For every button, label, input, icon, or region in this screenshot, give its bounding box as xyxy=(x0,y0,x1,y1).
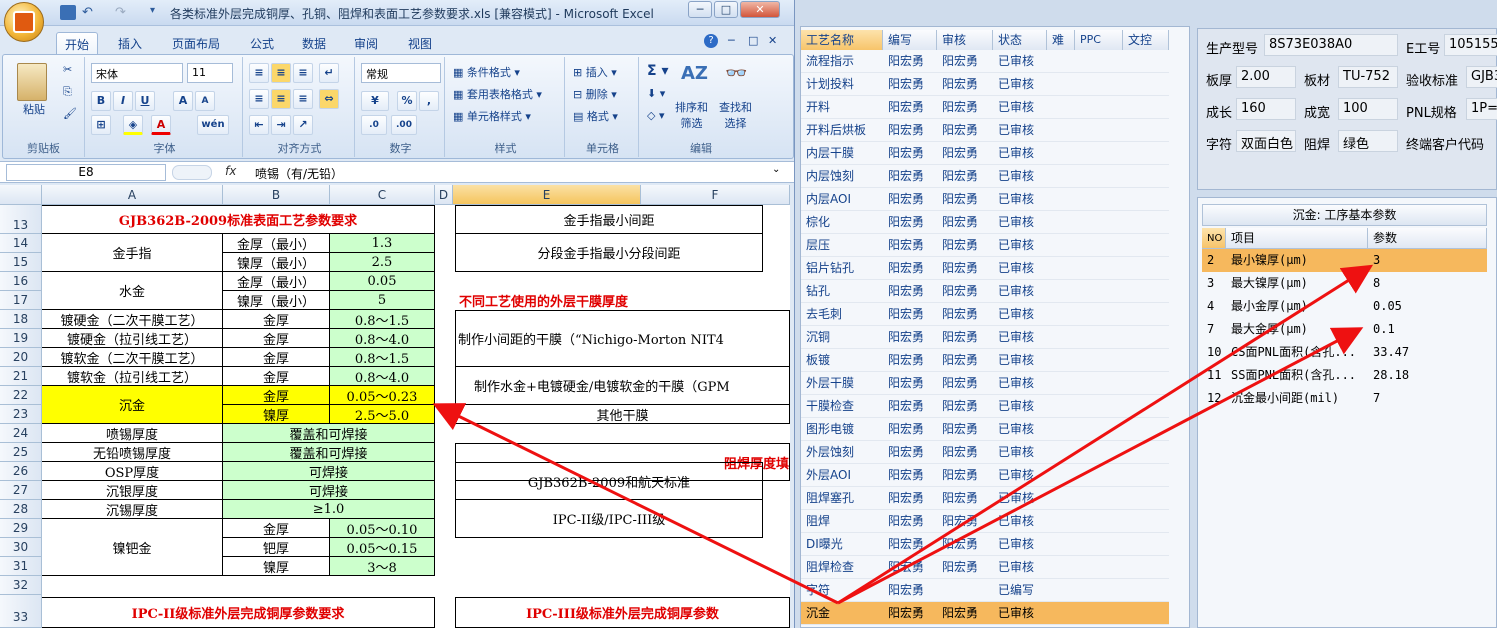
arrow-to-excel xyxy=(432,403,839,605)
annotation-arrows xyxy=(432,264,1374,605)
arrow-to-gold xyxy=(837,327,1364,605)
office-button[interactable] xyxy=(4,2,44,42)
arrow-to-nickel xyxy=(837,264,1374,605)
office-logo-icon xyxy=(13,11,35,33)
